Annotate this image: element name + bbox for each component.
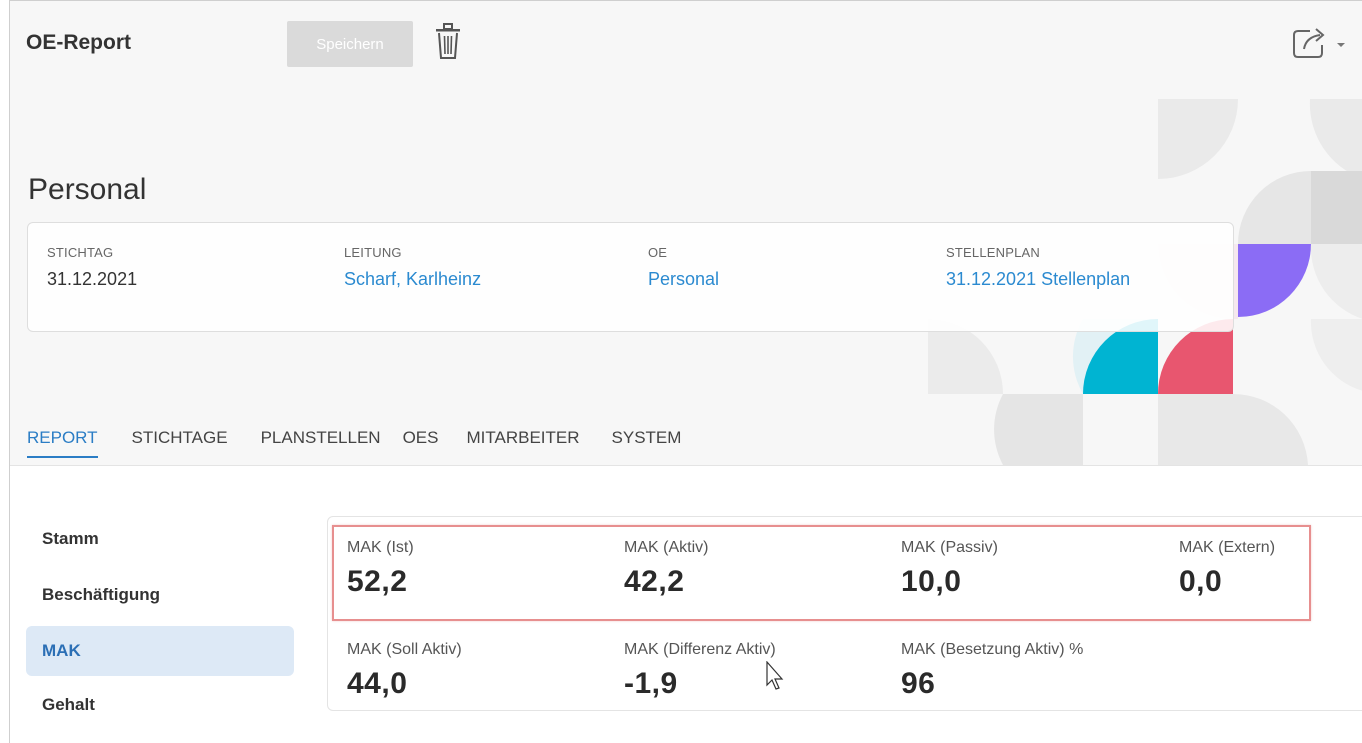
app-window: OE-Report Speichern Personal STICHTAG 31… (9, 0, 1362, 743)
sidebar-item-stamm[interactable]: Stamm (26, 514, 294, 564)
metric-value: 0,0 (1179, 565, 1223, 598)
metric-value: 42,2 (624, 565, 685, 598)
highlight-box (332, 525, 1311, 621)
info-leitung: LEITUNG Scharf, Karlheinz (344, 245, 481, 290)
stichtag-value: 31.12.2021 (47, 269, 138, 289)
info-card: STICHTAG 31.12.2021 LEITUNG Scharf, Karl… (27, 222, 1234, 332)
leitung-link[interactable]: Scharf, Karlheinz (344, 269, 481, 290)
metric-label: MAK (Extern) (1179, 539, 1276, 556)
save-button[interactable]: Speichern (287, 21, 413, 67)
metric-label: MAK (Ist) (347, 539, 414, 556)
metric-mak-soll-aktiv: MAK (Soll Aktiv) 44,0 (347, 641, 462, 701)
tab-planstellen[interactable]: PLANSTELLEN (261, 428, 381, 458)
metric-value: -1,9 (624, 667, 678, 700)
metric-label: MAK (Differenz Aktiv) (624, 641, 776, 658)
sidebar-item-gehalt[interactable]: Gehalt (26, 680, 294, 730)
metric-mak-besetzung-aktiv: MAK (Besetzung Aktiv) % 96 (901, 641, 1083, 701)
info-label: STELLENPLAN (946, 245, 1040, 260)
metric-mak-extern: MAK (Extern) 0,0 (1179, 539, 1275, 599)
metric-value: 96 (901, 667, 936, 700)
metric-label: MAK (Besetzung Aktiv) % (901, 641, 1084, 658)
info-oe: OE Personal (648, 245, 719, 290)
cursor-icon (766, 660, 786, 696)
info-stichtag: STICHTAG 31.12.2021 (47, 245, 137, 290)
oe-link[interactable]: Personal (648, 269, 719, 290)
sidebar-item-mak[interactable]: MAK (26, 626, 294, 676)
metric-label: MAK (Soll Aktiv) (347, 641, 462, 658)
chevron-down-icon[interactable] (1336, 36, 1346, 54)
share-icon[interactable] (1290, 23, 1330, 66)
metric-value: 10,0 (901, 565, 962, 598)
divider (10, 465, 1362, 466)
metric-label: MAK (Passiv) (901, 539, 998, 556)
app-title: OE-Report (26, 31, 131, 54)
tab-report[interactable]: REPORT (27, 428, 98, 458)
metric-value: 52,2 (347, 565, 408, 598)
metric-value: 44,0 (347, 667, 408, 700)
stellenplan-link[interactable]: 31.12.2021 Stellenplan (946, 269, 1130, 290)
sidebar-item-beschaeftigung[interactable]: Beschäftigung (26, 570, 294, 620)
header-area: OE-Report Speichern Personal STICHTAG 31… (10, 1, 1362, 465)
trash-icon[interactable] (434, 23, 462, 66)
share-menu[interactable] (1290, 23, 1346, 66)
info-label: STICHTAG (47, 245, 114, 260)
metric-mak-passiv: MAK (Passiv) 10,0 (901, 539, 998, 599)
tab-stichtage[interactable]: STICHTAGE (132, 428, 228, 458)
metric-label: MAK (Aktiv) (624, 539, 709, 556)
tab-bar: REPORT STICHTAGE PLANSTELLEN OES MITARBE… (27, 428, 681, 458)
page-title: Personal (28, 173, 147, 206)
metric-mak-ist: MAK (Ist) 52,2 (347, 539, 414, 599)
tab-oes[interactable]: OES (403, 428, 439, 458)
info-label: LEITUNG (344, 245, 402, 260)
tab-system[interactable]: SYSTEM (612, 428, 682, 458)
metric-mak-aktiv: MAK (Aktiv) 42,2 (624, 539, 708, 599)
info-stellenplan: STELLENPLAN 31.12.2021 Stellenplan (946, 245, 1130, 290)
info-label: OE (648, 245, 668, 260)
metric-mak-differenz-aktiv: MAK (Differenz Aktiv) -1,9 (624, 641, 776, 701)
tab-mitarbeiter[interactable]: MITARBEITER (466, 428, 579, 458)
